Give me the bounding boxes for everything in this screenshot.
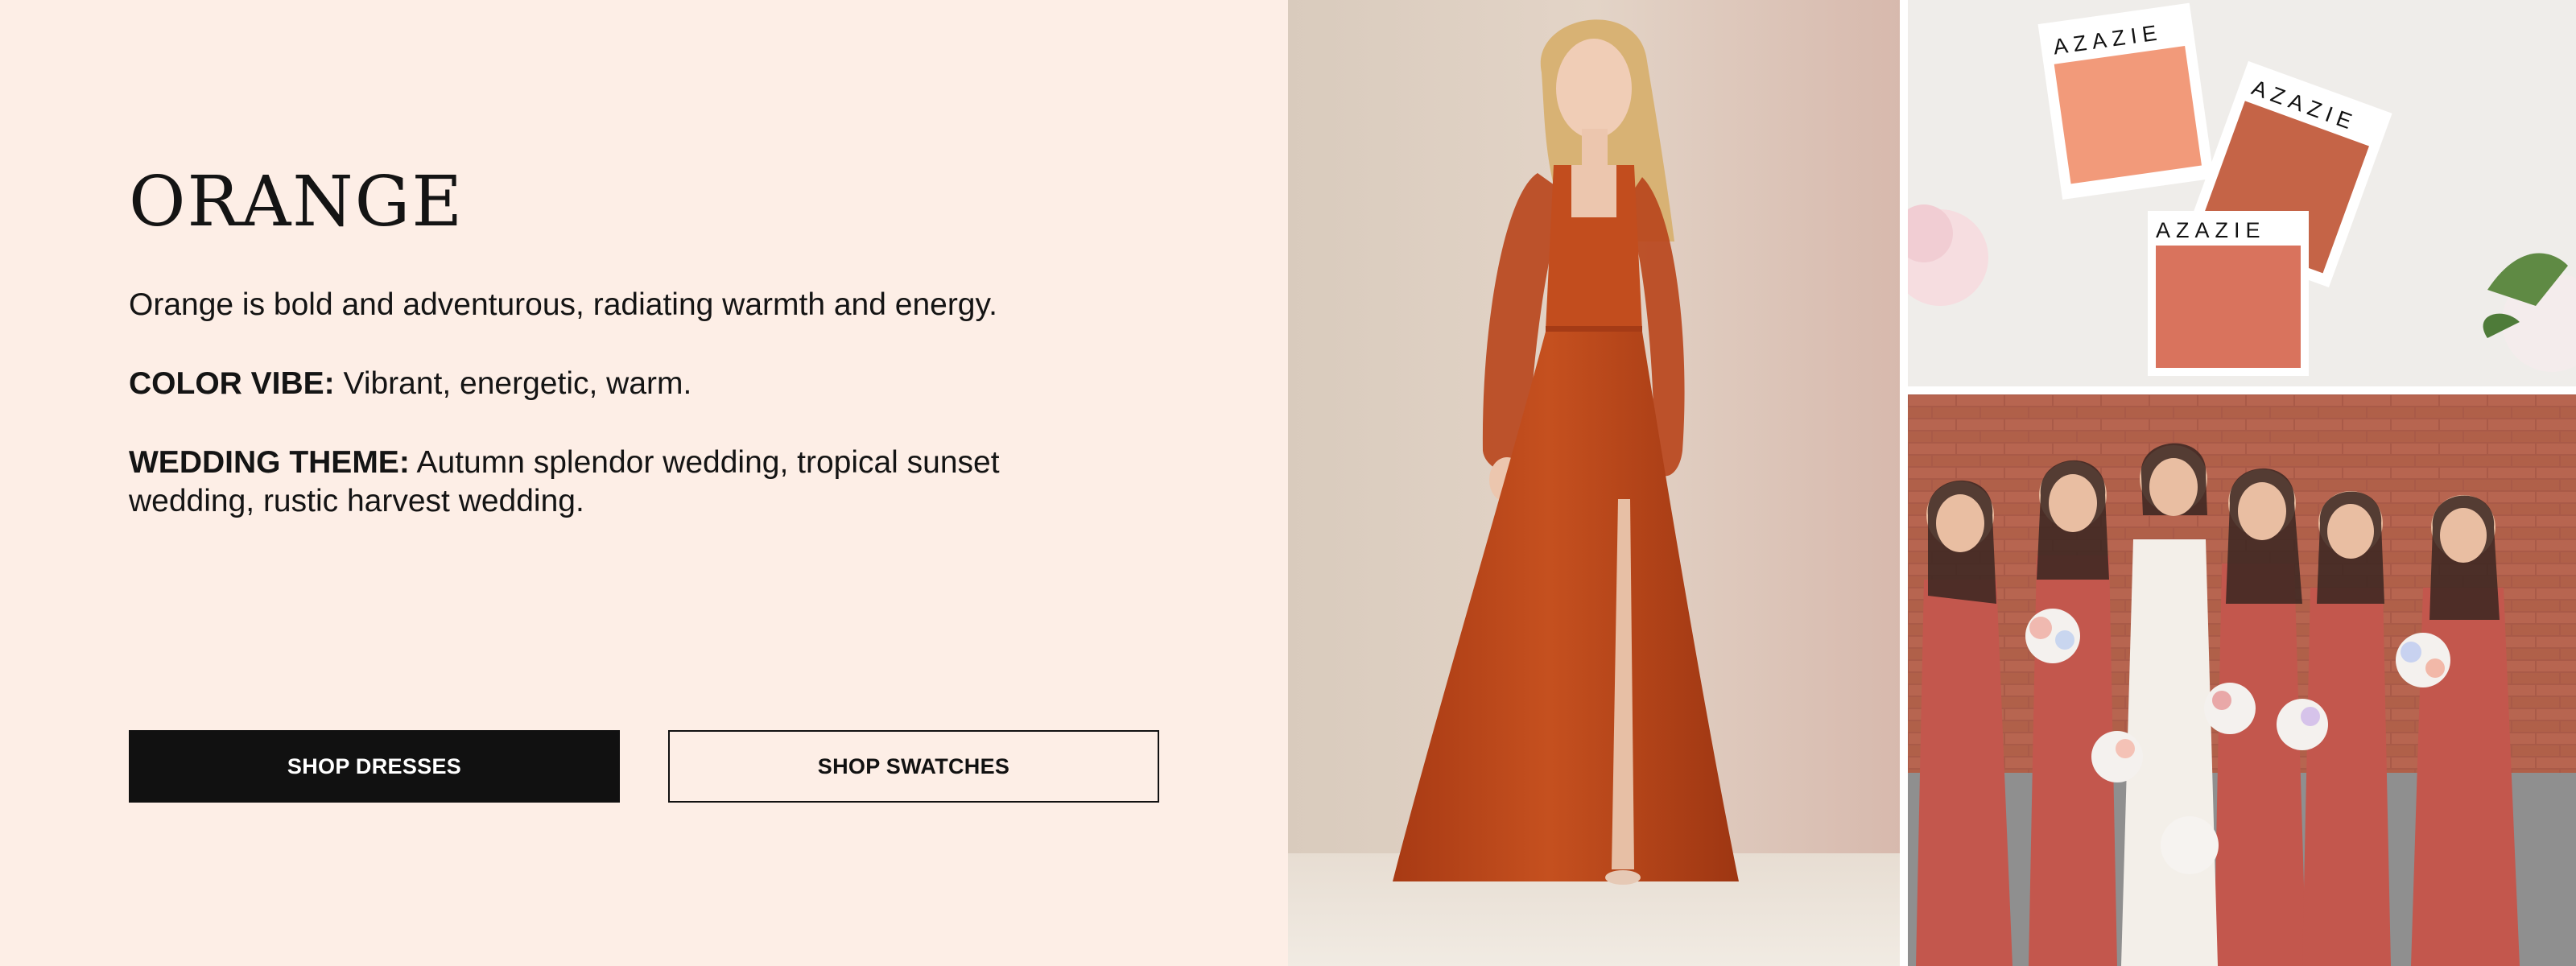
shop-swatches-button[interactable]: SHOP SWATCHES: [668, 730, 1159, 803]
swatches-illustration: AZAZIE AZAZIE AZAZIE: [1908, 0, 2576, 386]
image-divider-vertical: [1900, 0, 1908, 966]
color-vibe-text: COLOR VIBE: Vibrant, energetic, warm.: [129, 365, 1055, 403]
swatch-brand-label-3: AZAZIE: [2156, 218, 2266, 242]
wedding-theme-label: WEDDING THEME:: [129, 445, 410, 480]
fabric-swatches-image[interactable]: AZAZIE AZAZIE AZAZIE: [1908, 0, 2576, 386]
shop-dresses-button[interactable]: SHOP DRESSES: [129, 730, 620, 803]
wedding-theme-text: WEDDING THEME: Autumn splendor wedding, …: [129, 444, 1055, 521]
color-intro-text: Orange is bold and adventurous, radiatin…: [129, 287, 997, 322]
orange-dress-illustration: [1288, 0, 1900, 966]
color-title: ORANGE: [129, 162, 464, 242]
color-info-panel: ORANGE Orange is bold and adventurous, r…: [0, 0, 1288, 966]
image-divider-horizontal: [1908, 386, 2576, 394]
bridal-party-image[interactable]: [1908, 394, 2576, 966]
bridal-party-illustration: [1908, 394, 2576, 966]
color-vibe-value: Vibrant, energetic, warm.: [334, 366, 692, 401]
orange-dress-model-image[interactable]: [1288, 0, 1900, 966]
color-vibe-label: COLOR VIBE:: [129, 366, 335, 401]
